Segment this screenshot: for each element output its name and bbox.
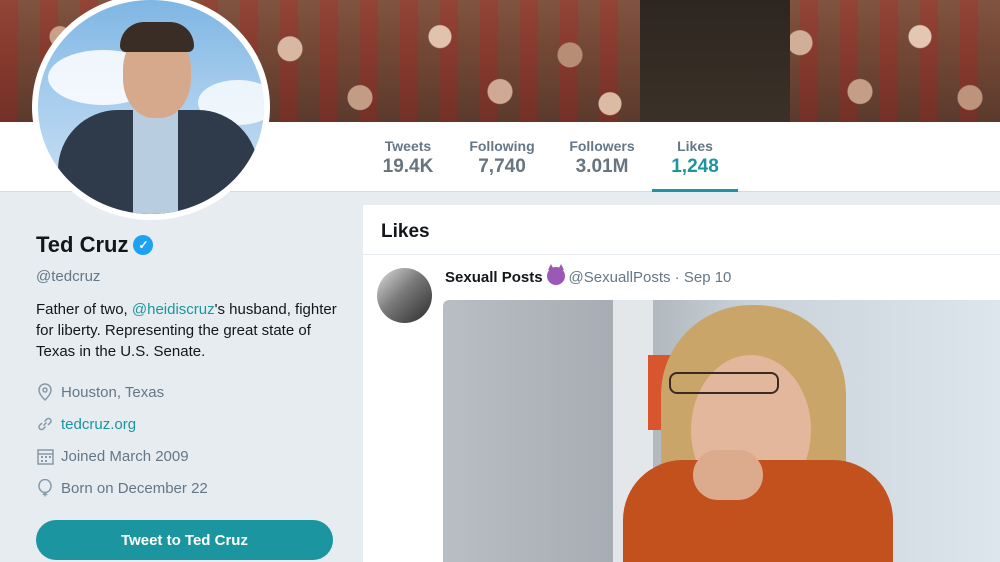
profile-name[interactable]: Ted Cruz	[36, 232, 128, 258]
link-icon	[36, 415, 54, 433]
nav-likes-count: 1,248	[671, 156, 719, 177]
calendar-icon	[36, 447, 54, 465]
tweet-header: Sexuall Posts @SexuallPosts · Sep 10	[445, 264, 1000, 286]
joined-text: Joined March 2009	[61, 447, 189, 465]
tweet-media-image[interactable]	[443, 300, 1000, 562]
media-hand	[693, 450, 763, 500]
nav-tweets[interactable]: Tweets 19.4K	[380, 122, 436, 192]
profile-name-row: Ted Cruz ✓	[36, 232, 346, 258]
likes-timeline: Likes Sexuall Posts @SexuallPosts · Sep 1…	[363, 205, 1000, 562]
nav-tweets-label: Tweets	[384, 138, 432, 154]
nav-followers-count: 3.01M	[575, 156, 629, 177]
profile-bio: Father of two, @heidiscruz's husband, fi…	[36, 299, 346, 362]
location-text: Houston, Texas	[61, 383, 165, 401]
profile-meta: Houston, Texas tedcruz.org Joined March …	[36, 376, 346, 504]
balloon-icon	[36, 479, 54, 497]
banner-speaker-figure	[640, 0, 790, 122]
tweet-to-button[interactable]: Tweet to Ted Cruz	[36, 520, 333, 560]
tweet-author-name[interactable]: Sexuall Posts	[445, 269, 543, 286]
profile-birthday: Born on December 22	[36, 472, 346, 504]
nav-followers-label: Followers	[569, 138, 635, 154]
location-icon	[36, 383, 54, 401]
tweet-author-handle[interactable]: @SexuallPosts	[569, 269, 671, 286]
profile-website: tedcruz.org	[36, 408, 346, 440]
tweet-author-avatar[interactable]	[377, 268, 432, 323]
profile-handle[interactable]: @tedcruz	[36, 268, 346, 285]
profile-card: Ted Cruz ✓ @tedcruz Father of two, @heid…	[36, 232, 346, 504]
nav-following-label: Following	[469, 138, 535, 154]
timeline-title: Likes	[363, 205, 1000, 255]
website-link[interactable]: tedcruz.org	[61, 416, 136, 433]
nav-likes[interactable]: Likes 1,248	[652, 122, 738, 192]
verified-badge-icon: ✓	[133, 235, 154, 255]
tweet-date[interactable]: Sep 10	[684, 269, 732, 286]
profile-avatar[interactable]	[32, 0, 270, 220]
nav-following-count: 7,740	[478, 156, 526, 177]
profile-joined: Joined March 2009	[36, 440, 346, 472]
tweet-separator: ·	[674, 269, 680, 286]
devil-emoji-icon	[546, 264, 565, 285]
media-glasses	[669, 372, 779, 394]
birthday-text: Born on December 22	[61, 479, 208, 497]
nav-tweets-count: 19.4K	[382, 156, 434, 177]
nav-followers[interactable]: Followers 3.01M	[567, 122, 637, 192]
profile-location: Houston, Texas	[36, 376, 346, 408]
nav-likes-label: Likes	[677, 138, 713, 154]
avatar-shirt	[133, 110, 178, 214]
avatar-hair	[120, 22, 194, 52]
tweet-item[interactable]: Sexuall Posts @SexuallPosts · Sep 10	[363, 255, 1000, 323]
nav-following[interactable]: Following 7,740	[468, 122, 536, 192]
bio-text: Father of two,	[36, 301, 132, 318]
bio-mention-link[interactable]: @heidiscruz	[132, 301, 215, 318]
